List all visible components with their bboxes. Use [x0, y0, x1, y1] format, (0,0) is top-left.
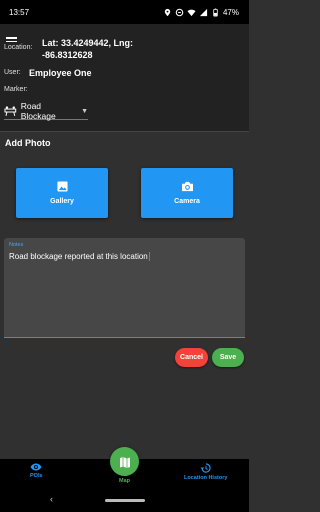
section-divider: [0, 131, 249, 132]
gallery-label: Gallery: [50, 198, 74, 205]
status-icons: 47%: [163, 8, 239, 17]
nav-item-location-history[interactable]: Location History: [184, 463, 227, 481]
text-caret: [148, 252, 150, 262]
signal-icon: [199, 8, 208, 16]
user-label: User:: [4, 69, 21, 76]
battery-icon: [213, 8, 218, 17]
add-photo-heading: Add Photo: [5, 138, 51, 148]
nav-item-pois[interactable]: POIs: [30, 463, 43, 479]
nav-map-label: Map: [119, 478, 130, 484]
location-row: Location: Lat: 33.4249442, Lng: -86.8312…: [4, 37, 152, 61]
location-icon: [164, 8, 171, 16]
gallery-icon: [56, 181, 68, 192]
user-row: User: Employee One: [4, 67, 92, 79]
user-value: Employee One: [29, 68, 92, 78]
location-label: Location:: [4, 44, 33, 51]
back-icon[interactable]: ‹: [50, 494, 53, 504]
nav-pois-label: POIs: [30, 473, 43, 479]
notes-label: Notes: [9, 242, 24, 248]
battery-percent: 47%: [222, 7, 239, 17]
home-pill[interactable]: [105, 499, 145, 502]
marker-selected-value: Road Blockage: [20, 101, 56, 121]
camera-label: Camera: [174, 198, 200, 205]
save-button[interactable]: Save: [212, 348, 244, 367]
notes-field[interactable]: Notes Road blockage reported at this loc…: [4, 238, 245, 338]
notes-text: Road blockage reported at this location: [9, 252, 150, 262]
status-time: 13:57: [9, 7, 30, 17]
system-navigation-bar: ‹: [0, 489, 249, 512]
marker-form: Location: Lat: 33.4249442, Lng: -86.8312…: [0, 24, 249, 131]
camera-icon: [181, 181, 193, 192]
nav-item-map[interactable]: [110, 447, 139, 476]
marker-label: Marker:: [4, 86, 28, 93]
nav-history-label: Location History: [184, 475, 228, 481]
camera-button[interactable]: Camera: [141, 168, 233, 218]
chevron-down-icon: ▼: [81, 107, 88, 115]
status-bar: 13:57 47%: [0, 0, 249, 24]
marker-row: Marker:: [4, 86, 28, 93]
road-blockage-icon: [4, 105, 17, 116]
notes-value: Road blockage reported at this location: [9, 252, 148, 261]
location-value: Lat: 33.4249442, Lng: -86.8312628: [42, 38, 134, 60]
cancel-button[interactable]: Cancel: [175, 348, 208, 367]
wifi-icon: [187, 9, 196, 16]
marker-dropdown[interactable]: Road Blockage ▼: [4, 101, 88, 121]
eye-icon: [30, 463, 42, 471]
gallery-button[interactable]: Gallery: [16, 168, 108, 218]
history-icon: [200, 463, 211, 473]
block-icon: [175, 8, 184, 16]
map-icon: [119, 456, 130, 468]
